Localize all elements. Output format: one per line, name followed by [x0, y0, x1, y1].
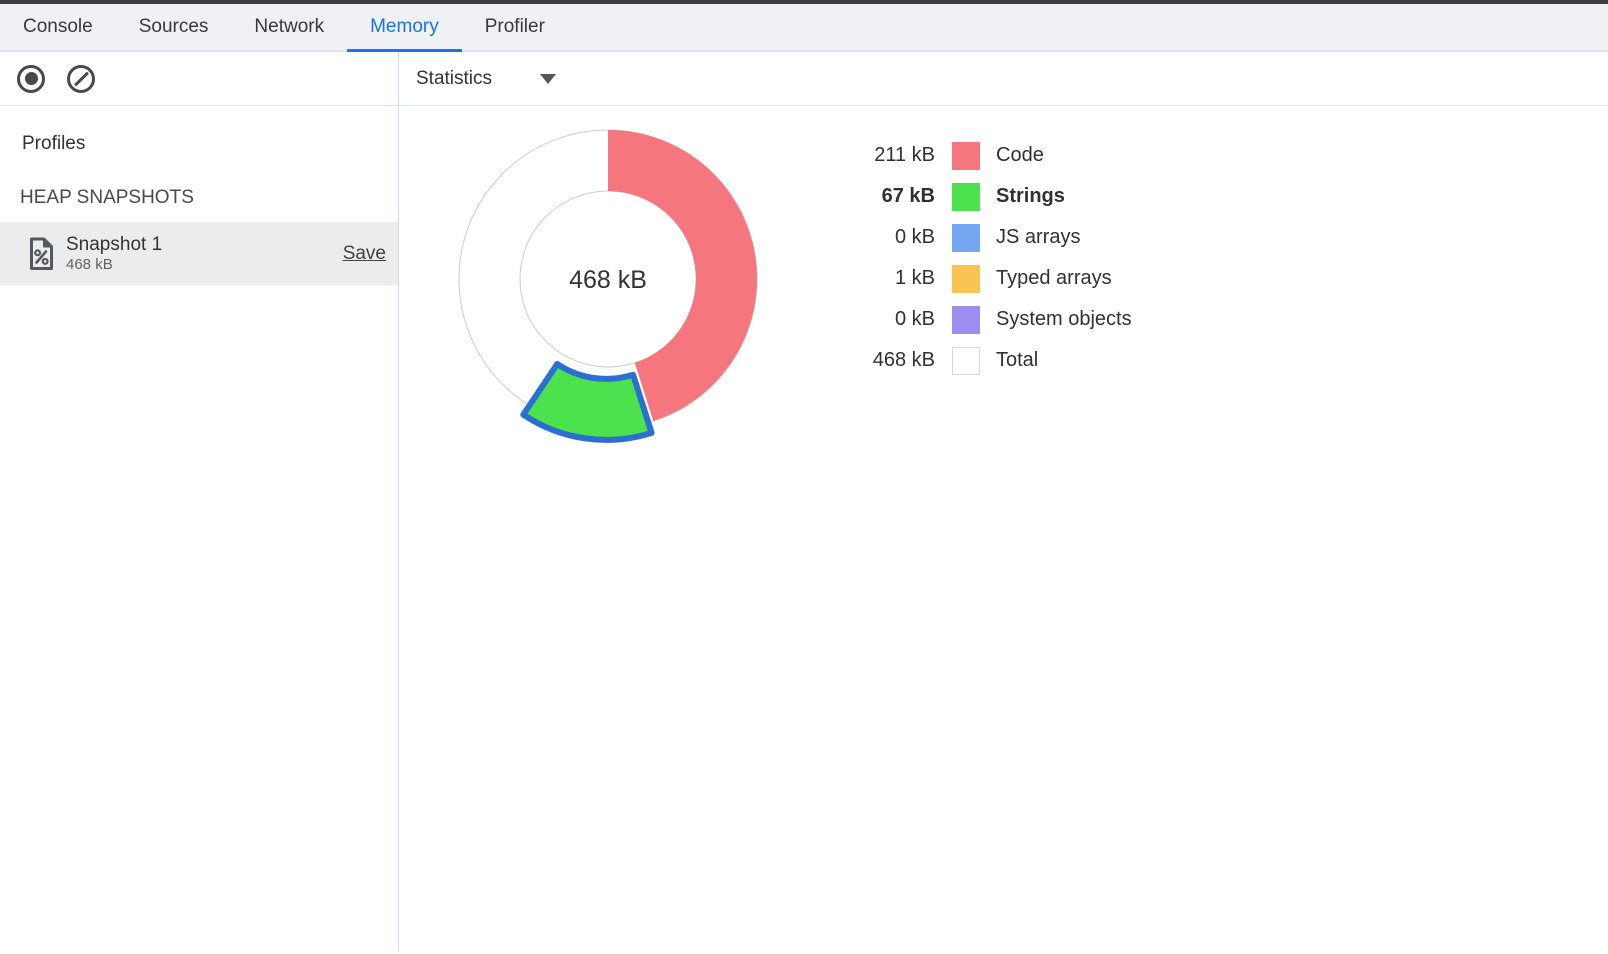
- toolbar-right-section: Statistics: [399, 52, 1608, 105]
- legend-value: 0 kB: [839, 308, 935, 331]
- heap-donut-chart: 468 kB: [439, 116, 769, 461]
- legend-row-typed-arrays[interactable]: 1 kB Typed arrays: [839, 258, 1132, 299]
- legend-row-system-objects[interactable]: 0 kB System objects: [839, 299, 1132, 340]
- code-color-swatch: [952, 142, 980, 170]
- record-heap-snapshot-button[interactable]: [16, 64, 46, 94]
- devtools-memory-panel: Console Sources Network Memory Profiler …: [0, 0, 1608, 954]
- memory-toolbar: Statistics: [0, 52, 1608, 106]
- legend-row-total[interactable]: 468 kB Total: [839, 340, 1132, 381]
- snapshot-size: 468 kB: [66, 256, 343, 274]
- save-snapshot-link[interactable]: Save: [343, 243, 386, 265]
- snapshot-list-item[interactable]: Snapshot 1 468 kB Save: [0, 222, 398, 285]
- heap-snapshots-header: HEAP SNAPSHOTS: [20, 187, 398, 209]
- tab-network[interactable]: Network: [231, 4, 347, 50]
- typed-arrays-color-swatch: [952, 265, 980, 293]
- tab-console[interactable]: Console: [0, 4, 116, 50]
- legend-value: 0 kB: [839, 226, 935, 249]
- snapshot-info: Snapshot 1 468 kB: [66, 233, 343, 274]
- panel-tabbar: Console Sources Network Memory Profiler: [0, 4, 1608, 52]
- record-icon: [17, 65, 45, 93]
- chevron-down-icon: [540, 74, 556, 84]
- tab-profiler[interactable]: Profiler: [462, 4, 568, 50]
- legend-row-js-arrays[interactable]: 0 kB JS arrays: [839, 217, 1132, 258]
- tab-sources[interactable]: Sources: [116, 4, 232, 50]
- legend-label: Typed arrays: [996, 267, 1112, 290]
- tab-memory[interactable]: Memory: [347, 4, 462, 50]
- panel-body: Profiles HEAP SNAPSHOTS Snapshot 1 468 k…: [0, 106, 1608, 952]
- legend-label: System objects: [996, 308, 1132, 331]
- snapshot-name: Snapshot 1: [66, 233, 343, 256]
- legend-row-strings[interactable]: 67 kB Strings: [839, 176, 1132, 217]
- legend-value: 211 kB: [839, 144, 935, 167]
- total-color-swatch: [952, 347, 980, 375]
- legend-value: 1 kB: [839, 267, 935, 290]
- legend-label: Strings: [996, 185, 1065, 208]
- profiles-title: Profiles: [22, 133, 398, 155]
- statistics-view: 468 kB 211 kB Code 67 kB Strings 0 kB JS…: [399, 106, 1608, 952]
- legend-label: Total: [996, 349, 1038, 372]
- chart-legend: 211 kB Code 67 kB Strings 0 kB JS arrays…: [839, 135, 1132, 381]
- statistics-view-label: Statistics: [416, 68, 492, 90]
- clear-icon: [67, 65, 95, 93]
- legend-row-code[interactable]: 211 kB Code: [839, 135, 1132, 176]
- statistics-view-dropdown[interactable]: Statistics: [410, 64, 562, 94]
- legend-label: JS arrays: [996, 226, 1080, 249]
- chart-center-label: 468 kB: [508, 266, 708, 295]
- toolbar-left-section: [0, 52, 399, 105]
- donut-slice-strings[interactable]: [523, 364, 651, 440]
- clear-profiles-button[interactable]: [66, 64, 96, 94]
- legend-value: 67 kB: [839, 185, 935, 208]
- legend-value: 468 kB: [839, 349, 935, 372]
- js-arrays-color-swatch: [952, 224, 980, 252]
- profiles-sidebar: Profiles HEAP SNAPSHOTS Snapshot 1 468 k…: [0, 106, 399, 952]
- legend-label: Code: [996, 144, 1044, 167]
- system-objects-color-swatch: [952, 306, 980, 334]
- heap-snapshot-file-icon: [28, 237, 55, 271]
- strings-color-swatch: [952, 183, 980, 211]
